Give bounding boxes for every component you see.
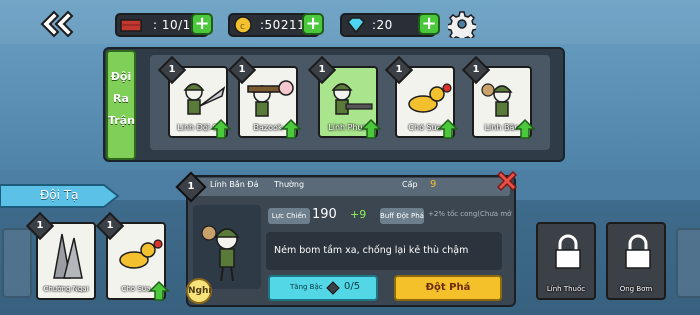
bricks-resource: : 10/15 + [115,13,213,37]
add-gems-button[interactable]: + [418,13,440,35]
power-label: Lực Chiến [268,208,310,224]
add-gold-button[interactable]: + [302,13,324,35]
back-button[interactable] [38,8,86,40]
add-bricks-button[interactable]: + [191,13,213,35]
squad-slot-3[interactable]: 1 Lính Phun [307,55,382,139]
description-text: Ném bom tầm xa, chống lại kẻ thù chậm [274,245,469,256]
unit-name: Lính Thuốc [546,285,586,293]
roster-card-partial[interactable] [676,228,700,298]
break-buff-text: +2% tốc cong(Chưa mở [428,210,512,218]
cap-label: Cấp [402,180,418,189]
power-value: 190 [312,207,337,222]
roster-card-3[interactable]: Lính Thuốc [536,222,596,300]
brick-icon [119,16,143,34]
upgrade-arrow-icon [360,118,382,139]
squad-slot-4[interactable]: 1 Chó Sủa [384,55,459,139]
lock-icon [625,234,651,269]
gold-resource: c :50211 + [228,13,324,37]
upgrade-arrow-icon [280,118,302,139]
roster-card-1[interactable]: 1 Chướng Ngại [25,211,96,300]
diamond-icon [344,16,368,34]
unit-name: Lính Bắn Đá [210,180,259,189]
close-button[interactable] [494,168,520,194]
coin-icon: c [232,16,256,34]
team-tab[interactable]: Đội Tạ [0,183,120,209]
rank-icon [326,281,340,295]
squad-slot-1[interactable]: 1 Lính Đội G [157,55,232,139]
dog-icon [119,239,163,269]
soldier-bazooka-icon [247,80,294,117]
gems-value: :20 [372,18,393,32]
soldier-slingshot-icon [201,225,240,282]
rest-button[interactable]: Nghỉ [186,278,212,304]
unit-name: Ống Bơm [619,285,653,293]
team-tab-label: Đội Tạ [40,188,79,202]
dog-icon [408,83,452,113]
soldier-sword-icon [183,83,226,115]
rank-up-button[interactable]: Tăng Bậc 0/5 [268,275,378,301]
unit-portrait [193,205,261,289]
gold-value: :50211 [260,18,306,32]
popup-header: Lính Bắn Đá Thường Cấp 9 [190,178,510,196]
breakthrough-button[interactable]: Đột Phá [394,275,502,301]
lock-icon [555,234,581,269]
rarity-label: Thường [274,180,305,189]
close-icon [496,170,518,192]
squad-slot-2[interactable]: 1 Bazook [227,55,302,139]
soldier-flamethrower-icon [331,83,373,115]
upgrade-arrow-icon [210,118,232,139]
settings-button[interactable] [446,10,478,43]
power-bonus: +9 [350,208,367,221]
roster-card-partial[interactable] [2,228,32,298]
svg-text:c: c [240,22,245,32]
squad-slot-5[interactable]: 1 Lính Bắn [461,55,536,139]
rank-up-label: Tăng Bậc [290,283,323,291]
squad-label: Đội Ra Trận [106,50,136,160]
upgrade-arrow-icon [437,118,459,139]
upgrade-arrow-icon [148,280,170,301]
gems-resource: :20 + [340,13,440,37]
cap-value: 9 [430,179,437,190]
break-buff-label: Buff Đột Phá [380,208,424,224]
unit-name: Chướng Ngại [43,285,89,293]
soldier-slingshot-icon [481,83,513,117]
rank-up-value: 0/5 [344,281,361,292]
double-left-arrow-icon [40,10,74,38]
roster-card-4[interactable]: Ống Bơm [606,222,666,300]
roster-card-2[interactable]: 1 Chó Sủa [95,211,170,301]
gear-icon [446,11,478,43]
upgrade-arrow-icon [514,118,536,139]
barricade-icon [53,233,83,279]
